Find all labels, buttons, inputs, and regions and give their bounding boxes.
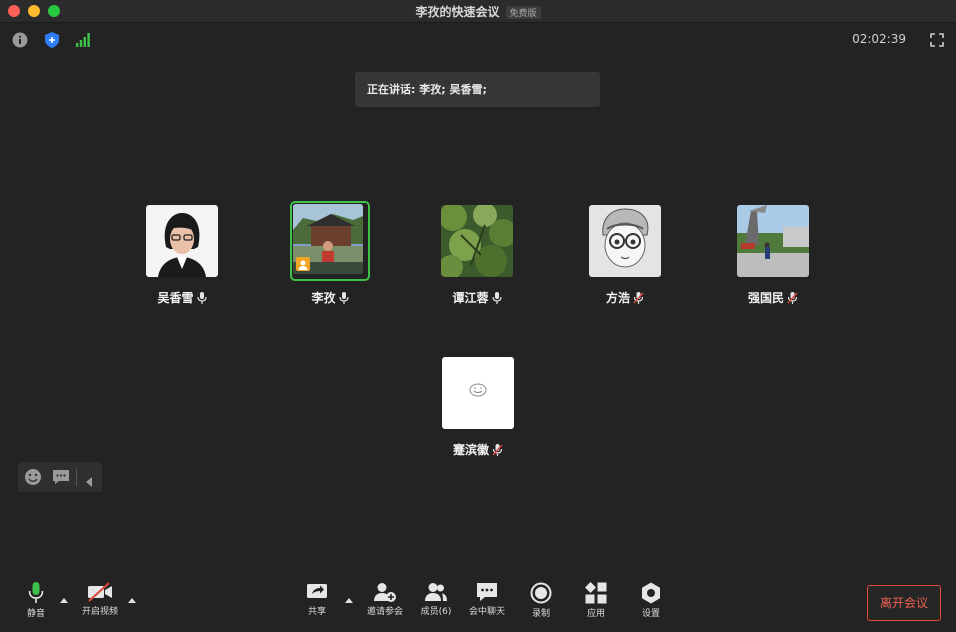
apps-icon [585,582,607,604]
mic-on-icon [338,292,349,304]
record-icon [530,582,552,604]
participant-name: 吴香雪 [116,289,248,306]
share-button[interactable]: 共享 [287,582,347,617]
participant-name: 蹇滨徽 [412,441,544,458]
host-badge-icon [296,257,310,271]
fullscreen-icon[interactable] [930,32,944,51]
reaction-bar [18,462,102,492]
avatar [146,205,218,277]
signal-icon[interactable] [76,32,90,51]
participant-name: 李孜 [264,289,396,306]
video-off-icon [88,582,112,602]
window-title-wrap: 李孜的快速会议 免费版 [0,3,956,20]
mic-muted-icon [492,444,503,456]
divider [76,468,77,486]
avatar [589,205,661,277]
participant-name: 谭江蓉 [411,289,543,306]
avatar [737,205,809,277]
collapse-arrow-icon[interactable] [85,472,93,491]
members-icon [425,583,447,601]
info-icon[interactable] [12,32,28,52]
mute-button[interactable]: 静音 [6,582,66,619]
meeting-toolbar: 静音 开启视频 共享 邀请参会 成员(6) 会中聊天 录制 应用 设置 [0,570,956,632]
mic-on-icon [196,292,207,304]
video-options-caret[interactable] [128,598,136,603]
avatar [442,357,514,429]
gear-icon [642,582,660,604]
speaking-indicator: 正在讲话: 李孜; 吴香雪; [355,72,600,107]
microphone-icon [28,582,44,603]
avatar [293,204,363,274]
meeting-timer: 02:02:39 [852,32,906,46]
chat-button[interactable]: 会中聊天 [457,582,517,617]
mic-muted-icon [633,292,644,304]
start-video-button[interactable]: 开启视频 [70,582,130,617]
mute-options-caret[interactable] [60,598,68,603]
add-user-icon [374,583,396,602]
avatar [441,205,513,277]
apps-button[interactable]: 应用 [566,582,626,619]
leave-meeting-button[interactable]: 离开会议 [867,585,941,621]
participant-name: 方浩 [559,289,691,306]
mic-muted-icon [787,292,798,304]
participant-name: 强国民 [707,289,839,306]
share-screen-icon [307,584,327,598]
emoji-icon[interactable] [24,468,42,490]
shield-icon[interactable] [45,32,59,52]
settings-button[interactable]: 设置 [621,582,681,619]
edition-badge: 免费版 [505,6,541,19]
window-title: 李孜的快速会议 [415,5,500,19]
record-button[interactable]: 录制 [511,582,571,619]
chat-bubble-icon[interactable] [52,468,70,490]
title-bar: 李孜的快速会议 免费版 [0,0,956,23]
mic-on-icon [491,292,502,304]
share-options-caret[interactable] [345,598,353,603]
chat-icon [477,583,497,601]
